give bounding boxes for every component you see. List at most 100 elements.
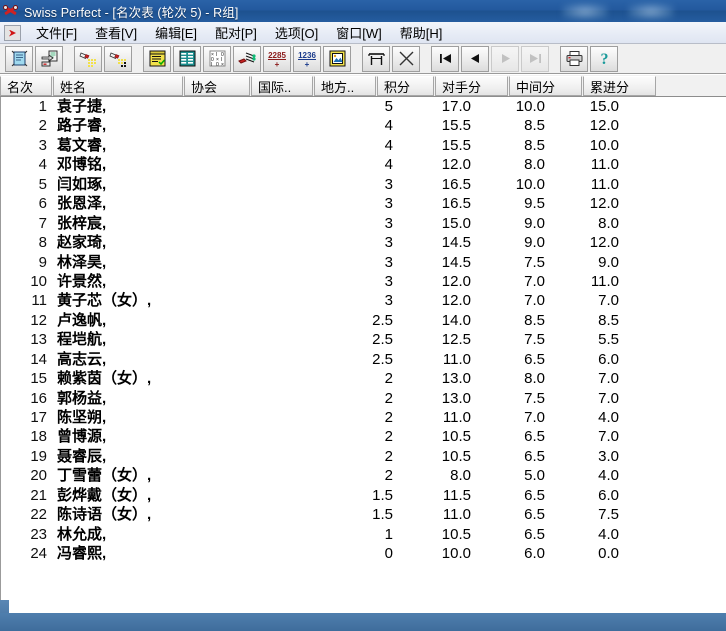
cell-name: 陈诗语（女）, (57, 506, 152, 524)
cell-progressive: 4.0 (598, 467, 619, 485)
cell-rank: 22 (30, 506, 47, 524)
pairing-icon[interactable] (233, 45, 261, 72)
help-icon[interactable]: ? (590, 45, 618, 72)
cell-rank: 17 (30, 409, 47, 426)
cell-name: 赖紫茵（女）, (57, 370, 152, 388)
column-header-progressive[interactable]: 累进分 (583, 76, 656, 96)
cell-median: 6.5 (524, 525, 545, 543)
rating-2285-icon[interactable]: 2285 + (263, 45, 291, 72)
column-header-rank[interactable]: 名次 (0, 76, 52, 96)
cell-name: 路子睿, (57, 117, 107, 135)
cell-median: 6.5 (524, 350, 545, 368)
cell-buchholz: 14.5 (441, 253, 471, 271)
table-row[interactable]: 16 郭杨益, 2 13.0 7.5 7.0 (1, 389, 726, 408)
cell-name: 赵家琦, (57, 234, 107, 252)
table-row[interactable]: 22 陈诗语（女）, 1.5 11.0 6.5 7.5 (1, 505, 726, 524)
cell-points: 4 (384, 156, 393, 174)
cell-progressive: 7.0 (598, 370, 619, 388)
table-row[interactable]: 5 闫如琢, 3 16.5 10.0 11.0 (1, 175, 726, 194)
last-round-icon[interactable] (521, 45, 549, 72)
cell-rank: 3 (38, 136, 47, 154)
table-icon[interactable] (362, 45, 390, 72)
table-row[interactable]: 10 许景然, 3 12.0 7.0 11.0 (1, 272, 726, 291)
cell-progressive: 12.0 (589, 234, 619, 252)
cell-median: 8.0 (524, 156, 545, 174)
table-row[interactable]: 6 张恩泽, 3 16.5 9.5 12.0 (1, 194, 726, 213)
prev-round-icon[interactable] (461, 45, 489, 72)
table-row[interactable]: 11 黄子芯（女）, 3 12.0 7.0 7.0 (1, 291, 726, 310)
open-export-icon[interactable] (35, 45, 63, 72)
new-tournament-icon[interactable] (5, 45, 33, 72)
cell-rank: 18 (30, 428, 47, 446)
table-row[interactable]: 4 邓博铭, 4 12.0 8.0 11.0 (1, 155, 726, 174)
cell-progressive: 8.0 (598, 214, 619, 232)
desktop-background-bottom (0, 613, 726, 631)
table-row[interactable]: 19 聂睿辰, 2 10.5 6.5 3.0 (1, 447, 726, 466)
cell-points: 2 (384, 447, 393, 465)
menu-item-file[interactable]: 文件[F] (27, 21, 86, 45)
cell-rank: 15 (30, 370, 47, 388)
table-row[interactable]: 23 林允成, 1 10.5 6.5 4.0 (1, 525, 726, 544)
window-title-bar[interactable]: Swiss Perfect - [名次表 (轮次 5) - R组] (0, 0, 726, 22)
menu-item-window[interactable]: 窗口[W] (327, 21, 391, 45)
table-row[interactable]: 7 张梓宸, 3 15.0 9.0 8.0 (1, 214, 726, 233)
crosstable-icon[interactable] (173, 45, 201, 72)
cell-median: 10.0 (515, 98, 545, 115)
cell-name: 卢逸帆, (57, 311, 107, 329)
column-header-federation[interactable]: 协会 (184, 76, 250, 96)
menu-item-help[interactable]: 帮助[H] (391, 21, 452, 45)
table-row[interactable]: 1 袁子捷, 5 17.0 10.0 15.0 (1, 97, 726, 116)
table-row[interactable]: 2 路子睿, 4 15.5 8.5 12.0 (1, 116, 726, 135)
menu-item-pairing[interactable]: 配对[P] (206, 21, 266, 45)
torch-right-icon[interactable] (104, 45, 132, 72)
column-header-name[interactable]: 姓名 (53, 76, 183, 96)
cell-median: 7.0 (524, 292, 545, 310)
cell-median: 9.5 (524, 195, 545, 213)
menu-item-edit[interactable]: 编辑[E] (146, 21, 206, 45)
table-row[interactable]: 20 丁雪蕾（女）, 2 8.0 5.0 4.0 (1, 466, 726, 485)
table-row[interactable]: 15 赖紫茵（女）, 2 13.0 8.0 7.0 (1, 369, 726, 388)
column-header-international[interactable]: 国际.. (251, 76, 313, 96)
results-grid-icon[interactable]: × I 0 0 × I I 0 × (203, 45, 231, 72)
card-icon[interactable] (323, 45, 351, 72)
cell-progressive: 12.0 (589, 195, 619, 213)
next-round-icon[interactable] (491, 45, 519, 72)
cell-buchholz: 13.0 (441, 370, 471, 388)
torch-left-icon[interactable] (74, 45, 102, 72)
column-header-buchholz[interactable]: 对手分 (435, 76, 508, 96)
cell-name: 程垲航, (57, 331, 107, 349)
cell-median: 10.0 (515, 175, 545, 193)
column-header-points[interactable]: 积分 (377, 76, 434, 96)
cell-name: 闫如琢, (57, 175, 107, 193)
document-system-menu-icon[interactable] (4, 24, 21, 41)
menu-item-view[interactable]: 查看[V] (86, 21, 146, 45)
table-row[interactable]: 13 程垲航, 2.5 12.5 7.5 5.5 (1, 330, 726, 349)
cell-buchholz: 10.0 (441, 545, 471, 563)
menu-item-options[interactable]: 选项[O] (266, 21, 327, 45)
cell-rank: 9 (38, 253, 47, 271)
cell-buchholz: 16.5 (441, 195, 471, 213)
standings-table[interactable]: 1 袁子捷, 5 17.0 10.0 15.0 2 路子睿, 4 15.5 8.5 12.0 3 葛文睿,… (0, 97, 726, 613)
table-row[interactable]: 3 葛文睿, 4 15.5 8.5 10.0 (1, 136, 726, 155)
table-row[interactable]: 24 冯睿熙, 0 10.0 6.0 0.0 (1, 544, 726, 563)
maximize-button-ghost[interactable] (628, 3, 674, 20)
scissors-icon[interactable] (392, 45, 420, 72)
rating-1236-icon[interactable]: 1236 + (293, 45, 321, 72)
table-row[interactable]: 8 赵家琦, 3 14.5 9.0 12.0 (1, 233, 726, 252)
table-row[interactable]: 21 彭烨戴（女）, 1.5 11.5 6.5 6.0 (1, 486, 726, 505)
column-header-median[interactable]: 中间分 (509, 76, 582, 96)
cell-name: 陈坚朔, (57, 409, 107, 426)
minimize-button-ghost[interactable] (562, 3, 608, 20)
player-list-icon[interactable] (143, 45, 171, 72)
print-icon[interactable] (560, 45, 588, 72)
cell-points: 2 (384, 370, 393, 388)
table-row[interactable]: 9 林泽昊, 3 14.5 7.5 9.0 (1, 253, 726, 272)
cell-points: 3 (384, 195, 393, 213)
table-row[interactable]: 12 卢逸帆, 2.5 14.0 8.5 8.5 (1, 311, 726, 330)
table-row[interactable]: 17 陈坚朔, 2 11.0 7.0 4.0 (1, 408, 726, 427)
first-round-icon[interactable] (431, 45, 459, 72)
table-row[interactable]: 18 曾博源, 2 10.5 6.5 7.0 (1, 427, 726, 446)
table-row[interactable]: 14 高志云, 2.5 11.0 6.5 6.0 (1, 350, 726, 369)
cell-name: 高志云, (57, 350, 107, 368)
column-header-local[interactable]: 地方.. (314, 76, 376, 96)
